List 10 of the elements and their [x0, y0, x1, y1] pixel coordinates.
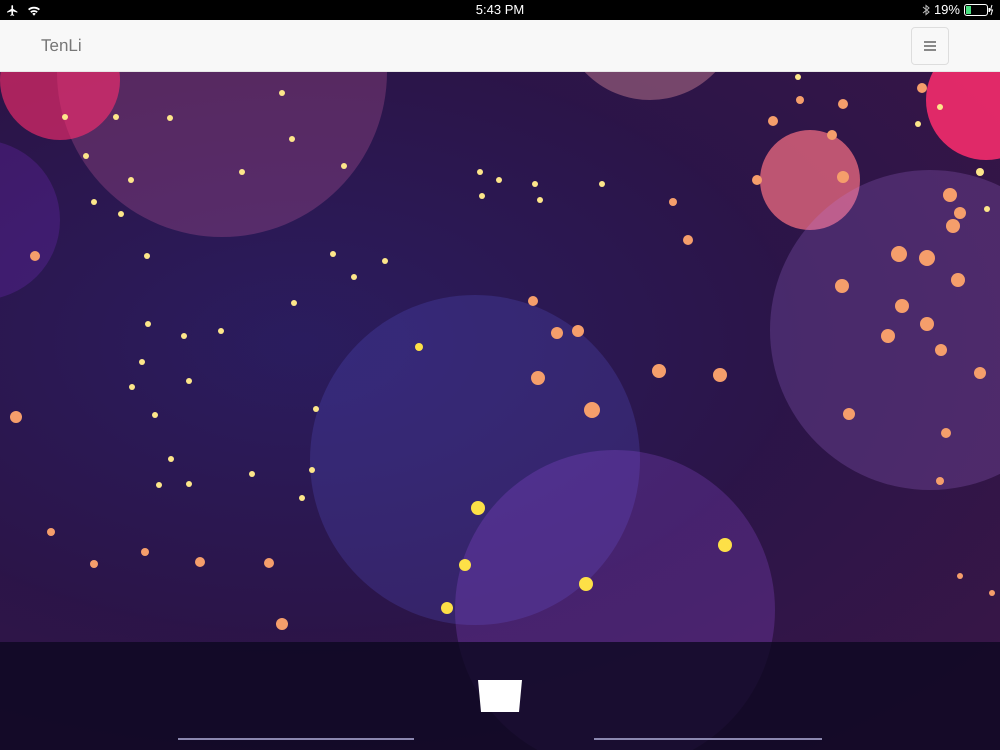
cup-icon	[478, 680, 522, 712]
menu-button[interactable]	[911, 26, 949, 64]
battery-icon	[964, 4, 994, 16]
airplane-icon	[6, 4, 19, 16]
brand-link[interactable]: TenLi	[41, 32, 82, 58]
status-time: 5:43 PM	[476, 1, 524, 20]
wifi-icon	[27, 4, 41, 16]
battery-percent: 19%	[934, 1, 960, 20]
menu-icon	[924, 40, 936, 50]
bluetooth-icon	[922, 4, 930, 16]
